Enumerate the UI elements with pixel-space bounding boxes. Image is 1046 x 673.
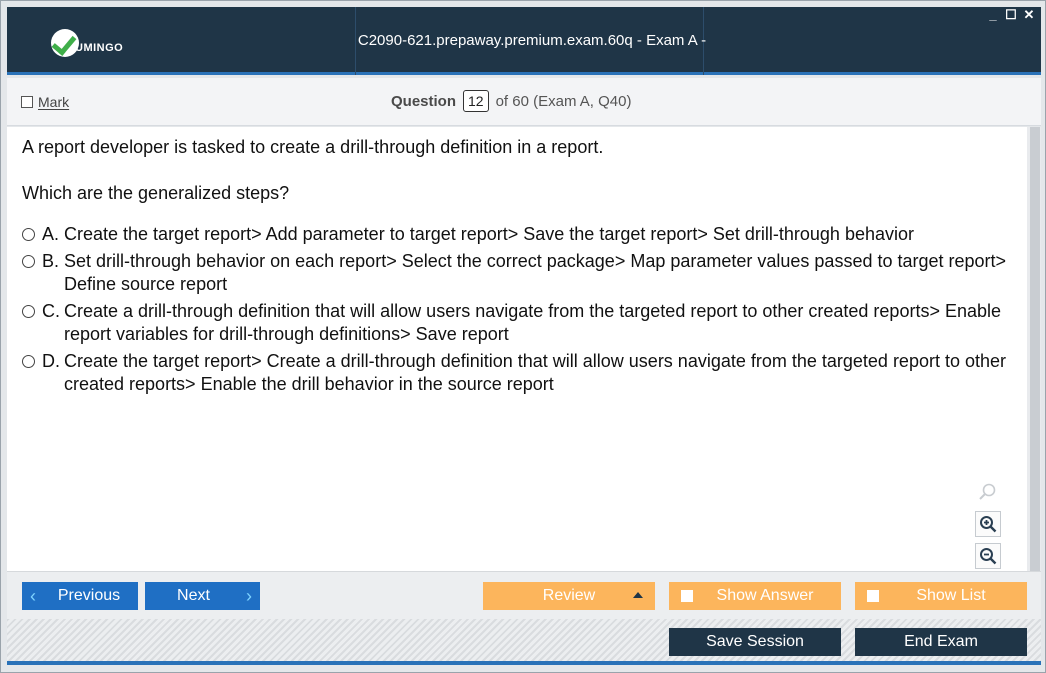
radio-button[interactable] xyxy=(22,228,35,241)
save-session-button[interactable]: Save Session xyxy=(669,628,841,656)
answer-option-d[interactable]: D. Create the target report> Create a dr… xyxy=(22,350,1022,396)
question-content: A report developer is tasked to create a… xyxy=(7,127,1027,571)
answer-option-c[interactable]: C. Create a drill-through definition tha… xyxy=(22,300,1022,346)
radio-button[interactable] xyxy=(22,355,35,368)
show-list-label: Show List xyxy=(916,587,986,604)
answer-text: Create a drill-through definition that w… xyxy=(64,301,1002,344)
previous-label: Previous xyxy=(57,587,121,604)
zoom-tools xyxy=(973,479,1003,569)
answer-option-b[interactable]: B. Set drill-through behavior on each re… xyxy=(22,250,1022,296)
answer-text: Create the target report> Create a drill… xyxy=(64,351,1007,394)
review-label: Review xyxy=(542,587,596,604)
next-label: Next xyxy=(177,587,210,604)
app-window: UMINGO C2090-621.prepaway.premium.exam.6… xyxy=(0,0,1046,673)
maximize-icon[interactable]: ☐ xyxy=(1005,7,1017,23)
bottom-bar: Save Session End Exam xyxy=(7,619,1041,665)
radio-button[interactable] xyxy=(22,255,35,268)
title-divider xyxy=(355,7,356,75)
question-header: Mark Question 12 of 60 (Exam A, Q40) xyxy=(7,78,1041,126)
chevron-left-icon: ‹ xyxy=(30,585,36,606)
chevron-right-icon: › xyxy=(246,585,252,606)
answer-text: Create the target report> Add parameter … xyxy=(64,224,914,244)
close-icon[interactable]: ✕ xyxy=(1023,7,1035,23)
answer-letter: A. xyxy=(42,224,60,244)
review-button[interactable]: Review xyxy=(483,582,655,610)
question-total: of 60 (Exam A, Q40) xyxy=(495,92,632,110)
question-counter: Question 12 of 60 (Exam A, Q40) xyxy=(391,90,632,112)
checkmark-logo-icon xyxy=(51,29,79,57)
radio-button[interactable] xyxy=(22,305,35,318)
show-list-button[interactable]: Show List xyxy=(855,582,1027,610)
answer-option-a[interactable]: A. Create the target report> Add paramet… xyxy=(22,223,1022,246)
answer-letter: C. xyxy=(42,301,60,321)
title-bar: UMINGO C2090-621.prepaway.premium.exam.6… xyxy=(7,7,1041,117)
question-prompt: Which are the generalized steps? xyxy=(22,183,290,203)
show-answer-button[interactable]: Show Answer xyxy=(669,582,841,610)
window-controls: _ ☐ ✕ xyxy=(987,7,1035,23)
show-list-checkbox[interactable] xyxy=(867,590,879,602)
question-label: Question xyxy=(391,92,457,110)
mark-checkbox-box[interactable] xyxy=(21,96,33,108)
zoom-out-icon[interactable] xyxy=(975,543,1001,569)
mark-label[interactable]: Mark xyxy=(38,94,69,110)
question-text: A report developer is tasked to create a… xyxy=(22,137,604,157)
mark-checkbox[interactable]: Mark xyxy=(21,94,69,110)
answer-letter: B. xyxy=(42,251,60,271)
answer-list: A. Create the target report> Add paramet… xyxy=(22,223,1022,400)
answer-text: Set drill-through behavior on each repor… xyxy=(64,251,1007,294)
magnifier-icon[interactable] xyxy=(975,479,1001,505)
answer-letter: D. xyxy=(42,351,60,371)
window-title: C2090-621.prepaway.premium.exam.60q - Ex… xyxy=(357,32,707,117)
caret-up-icon xyxy=(633,592,643,598)
previous-button[interactable]: ‹ Previous xyxy=(22,582,138,610)
question-number-input[interactable]: 12 xyxy=(463,90,489,112)
save-session-label: Save Session xyxy=(706,633,804,650)
end-exam-label: End Exam xyxy=(904,633,978,650)
scrollbar-thumb[interactable] xyxy=(1030,127,1040,571)
end-exam-button[interactable]: End Exam xyxy=(855,628,1027,656)
next-button[interactable]: Next › xyxy=(145,582,260,610)
vumingo-logo: UMINGO xyxy=(51,25,161,61)
navigation-bar: ‹ Previous Next › Review Show Answer Sho… xyxy=(7,571,1041,619)
show-answer-label: Show Answer xyxy=(716,587,814,604)
logo-text: UMINGO xyxy=(75,42,124,54)
minimize-icon[interactable]: _ xyxy=(987,7,999,23)
zoom-in-icon[interactable] xyxy=(975,511,1001,537)
show-answer-checkbox[interactable] xyxy=(681,590,693,602)
